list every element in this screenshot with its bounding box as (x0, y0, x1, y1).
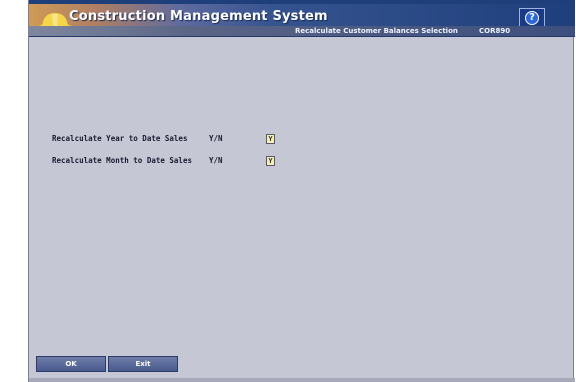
mtd-sales-yn-hint: Y/N (209, 156, 223, 165)
screen-title: Recalculate Customer Balances Selection (295, 27, 458, 35)
app-window: Construction Management System ? Recalcu… (28, 0, 575, 382)
ytd-sales-yn-hint: Y/N (209, 134, 223, 143)
window-bottom-edge (29, 378, 575, 382)
exit-button[interactable]: Exit (108, 356, 178, 372)
ytd-sales-input[interactable]: Y (266, 134, 275, 144)
app-banner: Construction Management System ? (29, 4, 575, 31)
help-button[interactable]: ? (519, 8, 545, 28)
help-icon: ? (525, 11, 539, 25)
mtd-sales-input[interactable]: Y (266, 156, 275, 166)
mtd-sales-label: Recalculate Month to Date Sales (52, 156, 192, 165)
screen-code: COR890 (479, 27, 511, 35)
screen-title-bar: Recalculate Customer Balances Selection … (29, 26, 575, 37)
ytd-sales-label: Recalculate Year to Date Sales (52, 134, 188, 143)
app-title: Construction Management System (69, 9, 328, 24)
ok-button[interactable]: OK (36, 356, 106, 372)
